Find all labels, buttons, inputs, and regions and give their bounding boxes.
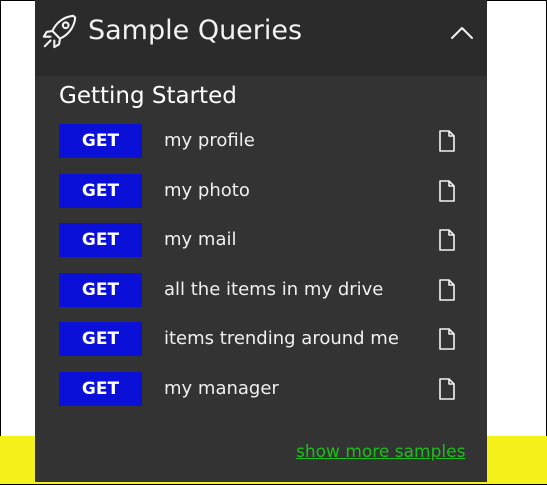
query-row[interactable]: GET my manager (59, 371, 479, 406)
query-label[interactable]: all the items in my drive (164, 273, 383, 307)
section-title: Getting Started (59, 83, 237, 109)
show-more-samples-link[interactable]: show more samples (296, 440, 465, 464)
query-row[interactable]: GET my profile (59, 124, 479, 158)
query-label[interactable]: my profile (164, 124, 255, 158)
query-label[interactable]: my photo (164, 174, 250, 208)
query-row[interactable]: GET items trending around me (59, 322, 479, 357)
query-row[interactable]: GET all the items in my drive (59, 272, 479, 307)
method-badge: GET (59, 223, 142, 258)
document-icon[interactable] (437, 328, 457, 351)
query-label[interactable]: items trending around me (164, 322, 399, 356)
method-badge: GET (59, 272, 142, 307)
panel-title: Sample Queries (88, 15, 303, 46)
query-row[interactable]: GET my mail (59, 223, 479, 258)
sample-queries-panel: Sample Queries Getting Started GET my pr… (35, 0, 487, 482)
panel-header[interactable]: Sample Queries (35, 0, 487, 76)
query-list: GET my profile GET my photo GET my mail … (59, 124, 479, 422)
rocket-icon (42, 14, 77, 49)
document-icon[interactable] (437, 229, 457, 251)
query-label[interactable]: my manager (164, 372, 279, 406)
chevron-up-icon[interactable] (449, 20, 475, 46)
method-badge: GET (59, 371, 142, 406)
query-label[interactable]: my mail (164, 223, 236, 257)
document-icon[interactable] (437, 179, 457, 202)
document-icon[interactable] (437, 378, 457, 400)
query-row[interactable]: GET my photo (59, 173, 479, 208)
method-badge: GET (59, 322, 142, 357)
method-badge: GET (59, 124, 142, 158)
method-badge: GET (59, 173, 142, 208)
document-icon[interactable] (437, 130, 457, 152)
document-icon[interactable] (437, 278, 457, 301)
